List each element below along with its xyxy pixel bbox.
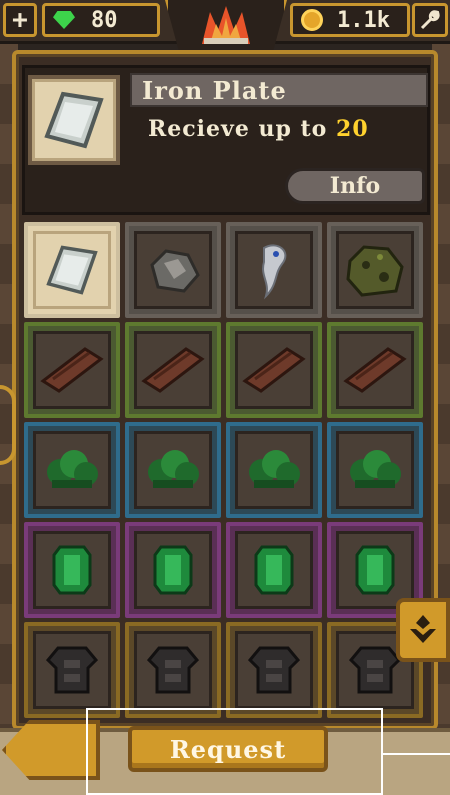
grid-row <box>24 322 424 422</box>
herb-bush-icon <box>249 450 300 488</box>
emerald-gem-icon <box>254 545 294 595</box>
forge-flame-icon <box>202 6 250 44</box>
item-slot-wood-log[interactable] <box>24 322 120 418</box>
item-slot-emerald-gem[interactable] <box>226 522 322 618</box>
item-slot-wood-log[interactable] <box>327 322 423 418</box>
chevron-down-icon <box>410 615 436 643</box>
wood-log-icon <box>343 347 407 393</box>
forge-emblem[interactable] <box>165 0 287 54</box>
grid-row <box>24 422 424 522</box>
gold-coin-icon <box>301 9 323 31</box>
iron-plate-icon <box>44 91 104 149</box>
iron-ore-icon <box>150 249 200 293</box>
item-slot-herb-bush[interactable] <box>24 422 120 518</box>
item-slot-dark-armor[interactable] <box>226 622 322 718</box>
wood-log-icon <box>40 347 104 393</box>
silver-tooth-icon <box>262 244 287 300</box>
wood-log-icon <box>242 347 306 393</box>
item-title-bar: Iron Plate <box>130 73 428 107</box>
dark-armor-icon <box>247 646 301 694</box>
left-ring-handle <box>0 385 16 465</box>
coin-counter: 1.1k <box>290 3 410 37</box>
item-slot-emerald-gem[interactable] <box>24 522 120 618</box>
wood-log-icon <box>141 347 205 393</box>
gem-counter: 80 <box>42 3 160 37</box>
receive-amount: 20 <box>336 116 369 142</box>
request-button[interactable]: Request <box>128 726 328 772</box>
herb-bush-icon <box>47 450 98 488</box>
coin-count: 1.1k <box>337 7 390 33</box>
herb-bush-icon <box>148 450 199 488</box>
item-slot-herb-bush[interactable] <box>327 422 423 518</box>
item-slot-dark-armor[interactable] <box>125 622 221 718</box>
receive-prefix: Recieve up to <box>148 116 337 142</box>
item-slot-emerald-gem[interactable] <box>125 522 221 618</box>
item-slot-herb-bush[interactable] <box>226 422 322 518</box>
emerald-gem-icon <box>355 545 395 595</box>
wrench-icon <box>420 10 440 30</box>
herb-bush-icon <box>350 450 401 488</box>
moss-rock-icon <box>346 245 404 297</box>
dark-armor-icon <box>45 646 99 694</box>
iron-plate-icon <box>46 245 98 295</box>
info-label: Info <box>329 173 381 199</box>
collapse-tab-button[interactable] <box>396 598 450 662</box>
dark-armor-icon <box>348 646 402 694</box>
receive-text: Recieve up to 20 <box>148 116 369 142</box>
item-slot-silver-tooth[interactable] <box>226 222 322 318</box>
item-slot-herb-bush[interactable] <box>125 422 221 518</box>
grid-row <box>24 622 424 722</box>
emerald-gem-icon <box>153 545 193 595</box>
item-grid <box>24 222 424 722</box>
dark-armor-icon <box>146 646 200 694</box>
settings-button[interactable] <box>412 3 448 37</box>
green-gem-icon <box>53 11 75 29</box>
add-gems-button[interactable]: + <box>3 3 37 37</box>
plus-icon: + <box>12 5 28 35</box>
selected-item-frame <box>28 75 120 165</box>
item-slot-wood-log[interactable] <box>226 322 322 418</box>
item-slot-iron-plate[interactable] <box>24 222 120 318</box>
info-button[interactable]: Info <box>285 168 425 204</box>
item-slot-dark-armor[interactable] <box>24 622 120 718</box>
grid-row <box>24 222 424 322</box>
request-label: Request <box>169 734 287 764</box>
tutorial-pointer-line <box>383 753 450 755</box>
item-name: Iron Plate <box>142 75 287 105</box>
item-slot-moss-rock[interactable] <box>327 222 423 318</box>
item-slot-wood-log[interactable] <box>125 322 221 418</box>
top-bar: + 80 1.1k <box>0 0 450 54</box>
emerald-gem-icon <box>52 545 92 595</box>
gem-count: 80 <box>91 7 118 33</box>
item-slot-iron-ore[interactable] <box>125 222 221 318</box>
grid-row <box>24 522 424 622</box>
